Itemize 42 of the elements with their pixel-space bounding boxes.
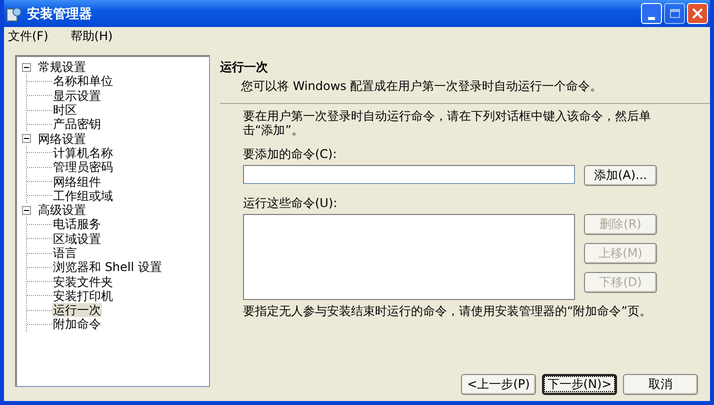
page-title: 运行一次 <box>220 59 269 76</box>
tree-item[interactable]: 网络设置 <box>37 132 87 146</box>
tree-item[interactable]: 高级设置 <box>37 203 87 218</box>
tree-item[interactable]: 语言 <box>52 246 78 260</box>
command-list[interactable] <box>243 214 575 300</box>
close-icon <box>691 7 704 20</box>
tree-item[interactable]: 名称和单位 <box>52 74 114 88</box>
wizard-button[interactable]: <上一步(P) <box>461 374 536 395</box>
tree-item[interactable]: 安装打印机 <box>52 288 114 303</box>
wizard-button[interactable]: 取消 <box>623 374 698 395</box>
tree-item[interactable]: 电话服务 <box>52 217 102 232</box>
wizard-button[interactable]: 下一步(N)> <box>542 374 617 395</box>
tree-item[interactable]: 网络组件 <box>52 174 102 189</box>
menu-item[interactable]: 帮助(H) <box>66 28 119 44</box>
tree-item[interactable]: 浏览器和 Shell 设置 <box>52 260 163 274</box>
tree-item[interactable]: 区域设置 <box>52 232 102 246</box>
collapse-icon[interactable] <box>22 206 31 215</box>
menu-item[interactable]: 文件(F) <box>4 28 54 44</box>
minimize-button[interactable] <box>641 3 662 24</box>
tree-item[interactable]: 管理员密码 <box>52 160 114 174</box>
command-list-label: 运行这些命令(U): <box>243 195 338 212</box>
maximize-button[interactable] <box>664 3 685 24</box>
tree-item[interactable]: 常规设置 <box>37 60 87 74</box>
tree-item[interactable]: 安装文件夹 <box>52 274 114 289</box>
add-button[interactable]: 添加(A)... <box>584 165 657 186</box>
tree-item[interactable]: 显示设置 <box>52 88 102 103</box>
tree-item[interactable]: 计算机名称 <box>52 146 114 160</box>
command-label: 要添加的命令(C): <box>243 146 338 163</box>
window-title: 安装管理器 <box>27 6 93 22</box>
tree-item[interactable]: 附加命令 <box>52 317 102 332</box>
tree-item[interactable]: 运行一次 <box>52 303 102 318</box>
collapse-icon[interactable] <box>22 134 31 144</box>
collapse-icon[interactable] <box>22 62 31 72</box>
close-button[interactable] <box>687 3 708 24</box>
tree-item[interactable]: 产品密钥 <box>52 117 102 132</box>
command-field[interactable] <box>243 165 575 184</box>
page-description: 您可以将 Windows 配置成在用户第一次登录时自动运行一个命令。 <box>240 78 604 95</box>
instruction-text: 要在用户第一次登录时自动运行命令，请在下列对话框中键入该命令，然后单击“添加”。 <box>243 109 652 137</box>
tree-item[interactable]: 时区 <box>52 103 78 118</box>
note-text: 要指定无人参与安装结束时运行的命令，请使用安装管理器的“附加命令”页。 <box>243 304 652 318</box>
app-icon <box>6 6 22 22</box>
tree-item[interactable]: 工作组或域 <box>52 188 114 203</box>
